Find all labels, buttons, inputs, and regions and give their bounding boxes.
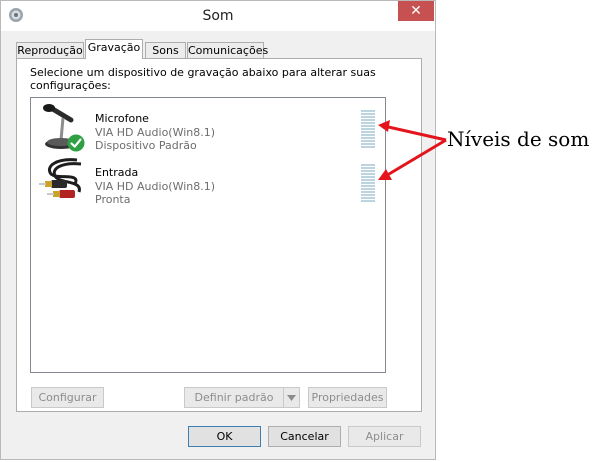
check-icon xyxy=(67,134,85,152)
tab-label: Sons xyxy=(152,44,179,57)
close-icon: ✕ xyxy=(410,3,422,19)
annotation-arrows xyxy=(378,120,447,180)
device-item-microphone[interactable]: Microfone VIA HD Audio(Win8.1) Dispositi… xyxy=(31,104,385,154)
level-meter-segment xyxy=(361,194,375,196)
tab-label: Gravação xyxy=(87,41,141,54)
level-meter-segment xyxy=(361,200,375,202)
button-label: Definir padrão xyxy=(194,391,274,404)
recording-panel: Selecione um dispositivo de gravação aba… xyxy=(16,58,422,412)
window-title: Som xyxy=(202,8,234,24)
properties-button[interactable]: Propriedades xyxy=(308,387,387,408)
device-driver: VIA HD Audio(Win8.1) xyxy=(95,180,216,193)
tab-playback[interactable]: Reprodução xyxy=(16,42,84,58)
device-driver: VIA HD Audio(Win8.1) xyxy=(95,126,216,139)
button-label: Aplicar xyxy=(365,430,404,443)
device-status: Dispositivo Padrão xyxy=(95,139,197,152)
tab-recording[interactable]: Gravação xyxy=(85,39,143,59)
sound-dialog: Som ✕ Reprodução Gravação Sons Comunicaç… xyxy=(0,0,436,460)
device-list[interactable]: Microfone VIA HD Audio(Win8.1) Dispositi… xyxy=(30,97,386,373)
set-default-dropdown[interactable] xyxy=(283,387,300,408)
annotation-label: Níveis de som xyxy=(447,127,590,151)
button-label: Configurar xyxy=(38,391,97,404)
device-name: Entrada xyxy=(95,166,139,179)
instruction-text: Selecione um dispositivo de gravação aba… xyxy=(30,66,376,92)
title-bar[interactable]: Som ✕ xyxy=(1,1,435,31)
configure-button[interactable]: Configurar xyxy=(31,387,104,408)
tab-label: Comunicações xyxy=(188,44,269,57)
tab-sounds[interactable]: Sons xyxy=(145,42,186,58)
apply-button[interactable]: Aplicar xyxy=(348,426,421,447)
level-meter-segment xyxy=(361,191,375,193)
device-item-line-in[interactable]: Entrada VIA HD Audio(Win8.1) Pronta xyxy=(31,158,385,208)
device-status: Pronta xyxy=(95,193,131,206)
button-label: Propriedades xyxy=(311,391,384,404)
tab-label: Reprodução xyxy=(17,44,83,57)
cancel-button[interactable]: Cancelar xyxy=(268,426,341,447)
ok-button[interactable]: OK xyxy=(188,426,261,447)
device-name: Microfone xyxy=(95,112,149,125)
close-button[interactable]: ✕ xyxy=(398,1,434,21)
tab-communications[interactable]: Comunicações xyxy=(187,42,268,58)
chevron-down-icon xyxy=(287,395,296,401)
set-default-button[interactable]: Definir padrão xyxy=(184,387,284,408)
level-meter-segment xyxy=(361,197,375,199)
rca-cable-icon xyxy=(39,158,82,198)
button-label: Cancelar xyxy=(280,430,329,443)
button-label: OK xyxy=(216,430,233,443)
